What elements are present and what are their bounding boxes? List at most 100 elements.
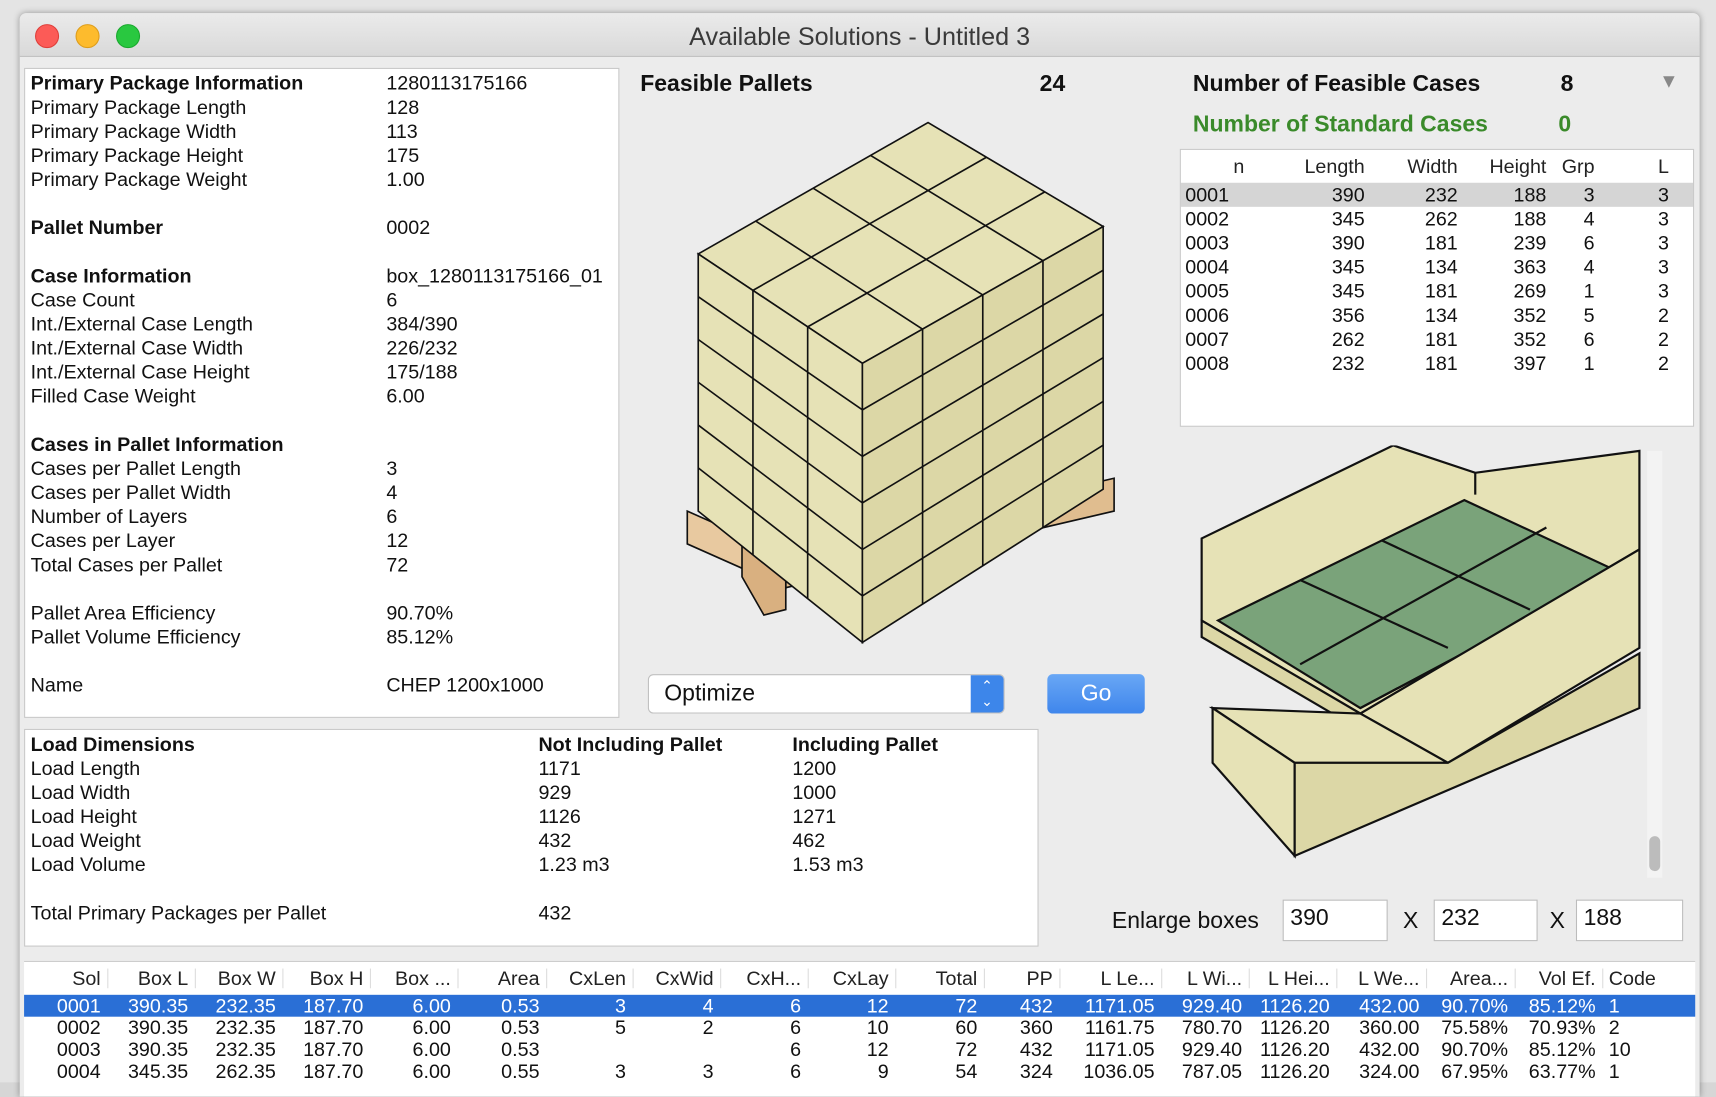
solution-row[interactable]: 0004 345.35 262.35 187.70 6.00 0.55 3 3 6 9 54 324 1… (24, 1060, 1695, 1082)
info-label: Primary Package Weight (30, 168, 248, 191)
info-value: 6 (386, 288, 398, 311)
column-header-height[interactable]: Height (1489, 154, 1546, 178)
solution-cell: 3 (615, 994, 626, 1017)
case-row[interactable]: 0002 345 262 188 4 3 (1181, 207, 1693, 231)
column-divider[interactable] (1059, 968, 1061, 989)
solution-cell: 60 (955, 1016, 978, 1039)
solution-cell: 2 (1608, 1016, 1620, 1039)
go-button[interactable]: Go (1047, 674, 1145, 714)
column-header[interactable]: L Hei... (1268, 966, 1330, 990)
solution-cell: 63.77% (1528, 1060, 1596, 1083)
column-header[interactable]: Vol Ef. (1539, 966, 1596, 990)
disclosure-triangle-icon[interactable]: ▼ (1659, 70, 1679, 93)
column-header[interactable]: Box H (310, 966, 364, 990)
solution-cell: 432.00 (1359, 1038, 1420, 1061)
column-header[interactable]: Box W (218, 966, 276, 990)
column-header-length[interactable]: Length (1304, 154, 1364, 178)
case-row[interactable]: 0003 390 181 239 6 3 (1181, 231, 1693, 255)
load-value: 1126 (538, 805, 581, 828)
solution-cell: 187.70 (303, 1060, 364, 1083)
column-header[interactable]: Total (936, 966, 978, 990)
column-divider[interactable] (546, 968, 548, 989)
info-value: 128 (386, 96, 420, 119)
case-cell: 3 (1657, 183, 1669, 206)
case-cell: 181 (1424, 328, 1458, 351)
column-header[interactable]: CxH... (746, 966, 801, 990)
cases-table: n Length Width Height Grp L 0001 390 232 188 3 3 000… (1179, 148, 1695, 427)
solution-cell: 67.95% (1441, 1060, 1509, 1083)
case-row[interactable]: 0001 390 232 188 3 3 (1180, 182, 1694, 207)
column-divider[interactable] (457, 968, 459, 989)
case-row[interactable]: 0007 262 181 352 6 2 (1181, 327, 1693, 351)
column-header[interactable]: CxLay (833, 966, 889, 990)
column-header[interactable]: CxLen (569, 966, 626, 990)
solution-row[interactable]: 0001 390.35 232.35 187.70 6.00 0.53 3 4 6 12 72 432… (24, 994, 1696, 1017)
scrollbar-thumb[interactable] (1649, 836, 1661, 872)
solution-cell: 929.40 (1181, 1038, 1243, 1061)
column-divider[interactable] (983, 968, 985, 989)
enlarge-boxes-label: Enlarge boxes (1111, 908, 1259, 934)
info-label: Cases in Pallet Information (30, 433, 284, 456)
solution-cell: 1 (1608, 994, 1620, 1017)
column-header[interactable]: L Wi... (1187, 966, 1242, 990)
case-cell: 2 (1657, 352, 1669, 375)
column-header-n[interactable]: n (1233, 154, 1244, 178)
info-value: 1.00 (386, 168, 425, 191)
info-value: 175/188 (386, 361, 458, 384)
load-value: 432 (538, 829, 572, 852)
column-divider[interactable] (1336, 968, 1338, 989)
solution-row[interactable]: 0003 390.35 232.35 187.70 6.00 0.53 6 12 72 432 11… (24, 1039, 1695, 1061)
column-header[interactable]: Box L (138, 966, 188, 990)
solution-cell: 360.00 (1359, 1016, 1420, 1039)
optimize-select[interactable]: Optimize ⌃ ⌄ (647, 674, 1005, 714)
column-divider[interactable] (369, 968, 372, 989)
solution-cell: 6.00 (412, 1060, 451, 1083)
case-cell: 356 (1331, 304, 1365, 327)
enlarge-width-input[interactable]: 232 (1433, 899, 1538, 942)
load-dimensions-panel: Load Dimensions Not Including Pallet Inclu… (24, 728, 1039, 947)
column-header[interactable]: L Le... (1101, 966, 1155, 990)
solution-cell: 232.35 (215, 1038, 276, 1061)
column-divider[interactable] (807, 968, 809, 989)
column-divider[interactable] (107, 968, 109, 989)
column-header[interactable]: PP (1027, 966, 1053, 990)
column-header[interactable]: Area... (1450, 966, 1508, 990)
column-header[interactable]: CxWid (656, 966, 714, 990)
column-divider[interactable] (720, 968, 722, 989)
column-divider[interactable] (895, 968, 897, 989)
case-view-scrollbar[interactable] (1647, 450, 1663, 878)
column-divider[interactable] (1426, 968, 1428, 989)
case-row[interactable]: 0005 345 181 269 1 3 (1181, 279, 1693, 303)
column-header[interactable]: Sol (72, 966, 100, 990)
column-header-l[interactable]: L (1658, 154, 1669, 178)
load-value: 462 (792, 829, 826, 852)
solution-cell: 262.35 (215, 1060, 276, 1083)
info-value: 175 (386, 144, 420, 167)
case-row[interactable]: 0008 232 181 397 1 2 (1181, 351, 1693, 375)
case-row[interactable]: 0004 345 134 363 4 3 (1181, 255, 1693, 279)
column-header[interactable]: L We... (1358, 966, 1419, 990)
column-header-width[interactable]: Width (1407, 154, 1457, 178)
column-header-grp[interactable]: Grp (1562, 154, 1595, 178)
column-divider[interactable] (632, 968, 634, 989)
info-label: Int./External Case Width (30, 337, 244, 359)
column-divider[interactable] (194, 968, 196, 989)
case-cell: 352 (1513, 328, 1547, 351)
column-divider[interactable] (1514, 968, 1516, 989)
column-header[interactable]: Box ... (395, 966, 451, 990)
solution-cell: 0.53 (501, 1016, 540, 1039)
enlarge-length-input[interactable]: 390 (1282, 899, 1388, 942)
solution-cell: 54 (955, 1060, 978, 1083)
solution-cell: 1171.05 (1084, 1038, 1155, 1061)
column-divider[interactable] (1248, 968, 1250, 989)
column-header[interactable]: Area (498, 966, 540, 990)
column-header[interactable]: Code (1609, 966, 1656, 990)
column-divider[interactable] (282, 968, 284, 989)
enlarge-height-input[interactable]: 188 (1575, 899, 1684, 942)
column-divider[interactable] (1602, 968, 1604, 989)
solution-row[interactable]: 0002 390.35 232.35 187.70 6.00 0.53 5 2 6 10 60 360… (24, 1017, 1695, 1039)
info-value: 0002 (386, 216, 431, 239)
case-row[interactable]: 0006 356 134 352 5 2 (1181, 303, 1693, 327)
column-divider[interactable] (1161, 968, 1163, 989)
info-label: Pallet Volume Efficiency (30, 625, 241, 648)
